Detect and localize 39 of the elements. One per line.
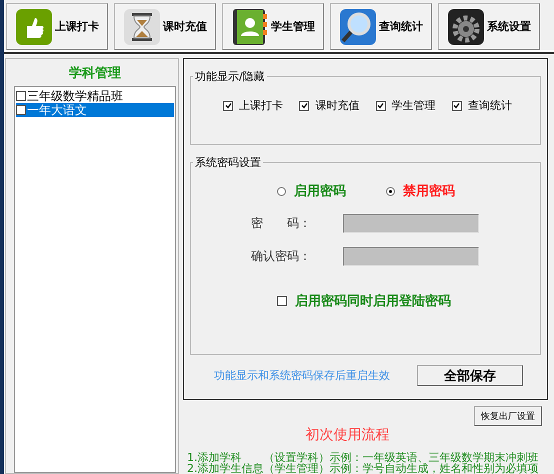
save-button[interactable]: 全部保存 [417,365,523,386]
radio-button[interactable] [277,186,286,196]
checkbox[interactable] [376,100,386,110]
radio-label: 禁用密码 [403,182,455,200]
search-icon [339,8,377,46]
option-label: 上课打卡 [239,98,283,113]
list-item[interactable]: 三年级数学精品班 [16,89,174,103]
option-label: 学生管理 [392,98,436,113]
hint-text: 功能显示和系统密码保存后重启生效 [214,368,390,383]
checkbox[interactable] [16,105,26,115]
field-label: 密 码： [251,215,312,232]
hourglass-icon [123,8,161,46]
radio-label: 启用密码 [294,182,346,200]
option-label: 查询统计 [468,98,512,113]
group-title: 功能显示/隐藏 [194,69,266,84]
toolbar-button[interactable]: 查询统计 [330,3,432,50]
panel-title: 学科管理 [68,65,122,83]
address-book-icon [231,8,269,46]
checkbox[interactable] [299,100,310,110]
guide-step: 1.添加学科 （设置学科）示例：一年级英语、三年级数学期末冲刺班 [187,452,548,463]
guide-step: 2.添加学生信息（学生管理）示例：学号自动生成，姓名和性别为必填项 [187,463,548,474]
gear-icon [447,8,485,46]
toolbar-button[interactable]: 系统设置 [438,3,540,50]
radio-button[interactable] [386,186,395,196]
option-label: 课时充值 [315,98,360,113]
reset-button[interactable]: 恢复出厂设置 [474,406,542,426]
checkbox[interactable] [452,100,462,110]
list-item[interactable]: 一年大语文 [16,103,174,117]
option-label: 启用密码同时启用登陆密码 [295,292,451,310]
checkbox[interactable] [277,296,287,306]
group-title: 系统密码设置 [194,155,262,170]
checkbox[interactable] [16,91,26,101]
toolbar-button[interactable]: 上课打卡 [6,3,108,50]
field-label: 确认密码： [251,248,312,265]
thumbs-up-icon [15,8,53,46]
guide-title: 初次使用流程 [306,426,390,444]
toolbar-button[interactable]: 学生管理 [222,3,324,50]
checkbox[interactable] [223,100,233,110]
toolbar-button[interactable]: 课时充值 [114,3,216,50]
